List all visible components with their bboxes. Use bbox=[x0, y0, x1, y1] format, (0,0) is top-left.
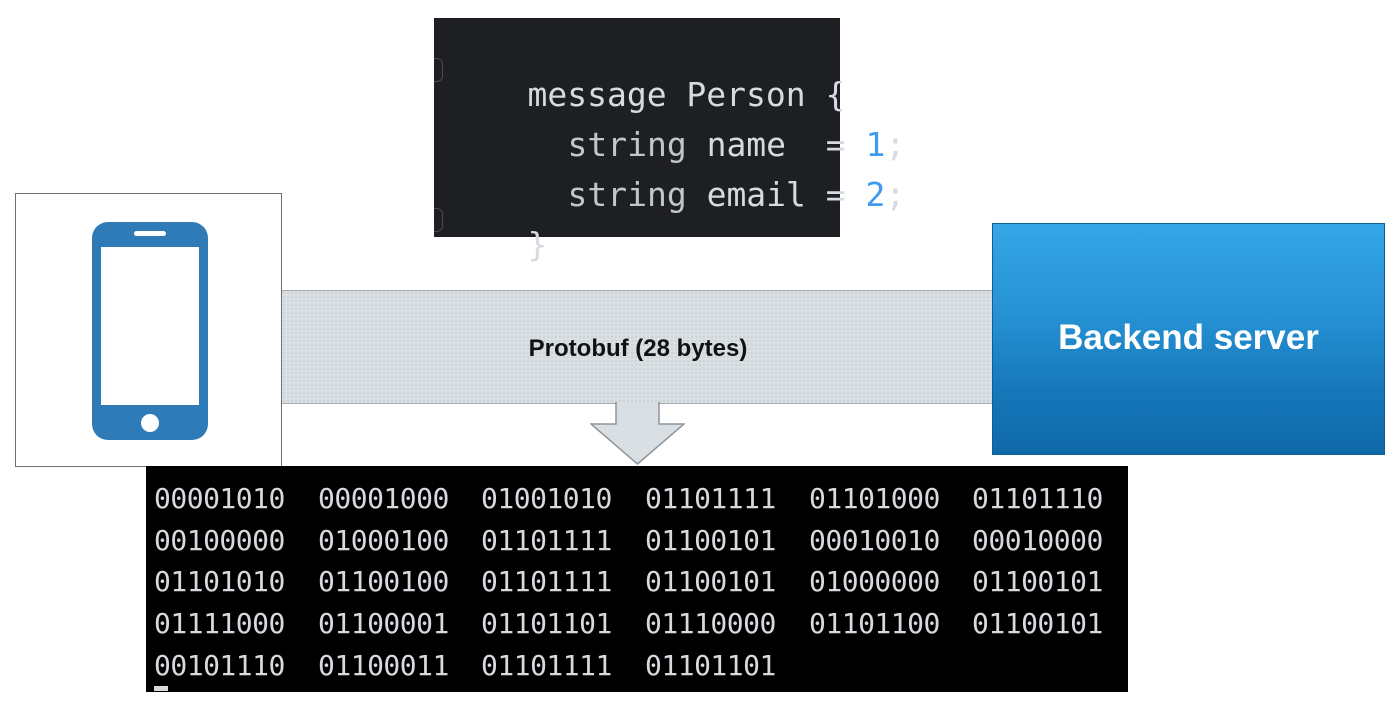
fold-marker-icon bbox=[434, 208, 443, 232]
binary-byte: 00100000 bbox=[154, 524, 285, 557]
binary-byte: 01101010 bbox=[154, 565, 285, 598]
code-line-email-field: string email = 2; bbox=[488, 136, 905, 253]
code-semicolon: ; bbox=[885, 175, 906, 214]
smartphone-icon bbox=[92, 222, 208, 440]
binary-byte: 01100101 bbox=[645, 524, 776, 557]
binary-byte: 01101000 bbox=[809, 482, 940, 515]
binary-byte: 01000100 bbox=[318, 524, 449, 557]
code-field: email = bbox=[686, 175, 866, 214]
binary-byte: 00001000 bbox=[318, 482, 449, 515]
binary-byte: 01001010 bbox=[481, 482, 612, 515]
down-arrow-icon bbox=[590, 402, 685, 465]
fold-marker-icon bbox=[434, 58, 443, 82]
code-line-close: } bbox=[448, 186, 547, 303]
binary-byte: 01101111 bbox=[481, 524, 612, 557]
transfer-label: Protobuf (28 bytes) bbox=[528, 335, 748, 362]
protobuf-transfer-band: Protobuf (28 bytes) bbox=[282, 290, 994, 404]
binary-byte: 01100100 bbox=[318, 565, 449, 598]
binary-byte: 01111000 bbox=[154, 607, 285, 640]
code-keyword: string bbox=[567, 175, 687, 214]
terminal-cursor bbox=[154, 686, 168, 691]
code-field-number: 2 bbox=[865, 175, 886, 214]
binary-byte: 01101101 bbox=[481, 607, 612, 640]
binary-byte: 01101101 bbox=[645, 649, 776, 682]
binary-byte: 00010000 bbox=[972, 524, 1103, 557]
binary-output-terminal: 00001010 00001000 01001010 01101111 01101000… bbox=[146, 466, 1128, 692]
binary-byte: 00001010 bbox=[154, 482, 285, 515]
binary-byte: 01101111 bbox=[481, 565, 612, 598]
binary-byte: 01100101 bbox=[972, 607, 1103, 640]
binary-byte: 01100101 bbox=[645, 565, 776, 598]
binary-byte: 01100101 bbox=[972, 565, 1103, 598]
backend-server-box: Backend server bbox=[992, 223, 1385, 455]
binary-byte: 01101100 bbox=[809, 607, 940, 640]
binary-byte: 01110000 bbox=[645, 607, 776, 640]
binary-byte: 01100011 bbox=[318, 649, 449, 682]
binary-byte: 01101111 bbox=[645, 482, 776, 515]
binary-byte: 01101110 bbox=[972, 482, 1103, 515]
server-label: Backend server bbox=[1058, 318, 1319, 357]
binary-byte: 01000000 bbox=[809, 565, 940, 598]
client-device-box bbox=[15, 193, 282, 467]
code-text: } bbox=[527, 225, 548, 264]
binary-byte: 01100001 bbox=[318, 607, 449, 640]
binary-byte: 01101111 bbox=[481, 649, 612, 682]
binary-byte: 00010010 bbox=[809, 524, 940, 557]
protobuf-code-snippet: message Person { string name = 1; string… bbox=[434, 18, 905, 264]
binary-byte: 00101110 bbox=[154, 649, 285, 682]
